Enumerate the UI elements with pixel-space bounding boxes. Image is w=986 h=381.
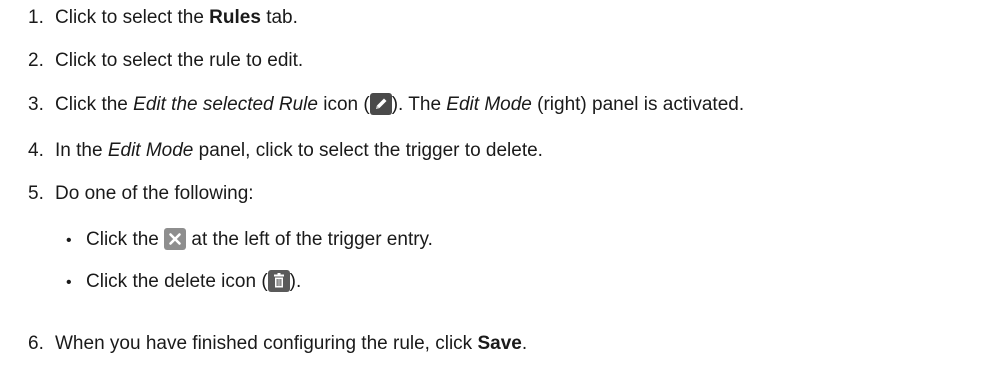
step-text: panel, click to select the trigger to de…: [193, 140, 543, 161]
step-text: icon (: [317, 94, 370, 115]
step-text: In the: [55, 140, 108, 161]
step-5: 5. Do one of the following:: [28, 182, 254, 206]
step-text: Do one of the following:: [55, 183, 254, 204]
step-text: tab.: [260, 7, 298, 28]
edit-rule-label: Edit the selected Rule: [133, 94, 318, 115]
step-number: 6.: [28, 333, 44, 354]
step-text: (right) panel is activated.: [531, 94, 745, 115]
substep-1: • Click the at the left of the trigger en…: [66, 228, 433, 253]
edit-mode-label: Edit Mode: [446, 94, 532, 115]
step-2: 2. Click to select the rule to edit.: [28, 49, 303, 73]
step-text: .: [521, 333, 528, 354]
bullet: •: [66, 232, 72, 249]
substep-2: • Click the delete icon ().: [66, 270, 301, 295]
step-3: 3. Click the Edit the selected Rule icon …: [28, 93, 744, 117]
edit-mode-label: Edit Mode: [107, 140, 194, 161]
pencil-icon: [369, 93, 392, 115]
step-6: 6. When you have finished configuring the…: [28, 332, 527, 356]
step-number: 2.: [28, 50, 44, 71]
step-number: 5.: [28, 183, 44, 204]
trash-icon: [267, 270, 290, 292]
substep-text: Click the delete icon (: [86, 271, 268, 292]
step-text: ). The: [391, 94, 447, 115]
save-label: Save: [477, 333, 522, 354]
step-number: 3.: [28, 94, 44, 115]
step-text: Click to select the: [55, 7, 210, 28]
rules-tab-label: Rules: [209, 7, 261, 28]
substep-text: Click the: [86, 229, 165, 250]
step-number: 1.: [28, 7, 44, 28]
step-text: When you have finished configuring the r…: [55, 333, 478, 354]
step-number: 4.: [28, 140, 44, 161]
close-icon: [164, 228, 187, 250]
substep-text: at the left of the trigger entry.: [186, 229, 433, 250]
step-text: Click the: [55, 94, 134, 115]
step-1: 1. Click to select the Rules tab.: [28, 6, 298, 30]
bullet: •: [66, 274, 72, 291]
step-text: Click to select the rule to edit.: [55, 50, 304, 71]
substep-text: ).: [289, 271, 302, 292]
step-4: 4. In the Edit Mode panel, click to selec…: [28, 139, 543, 163]
